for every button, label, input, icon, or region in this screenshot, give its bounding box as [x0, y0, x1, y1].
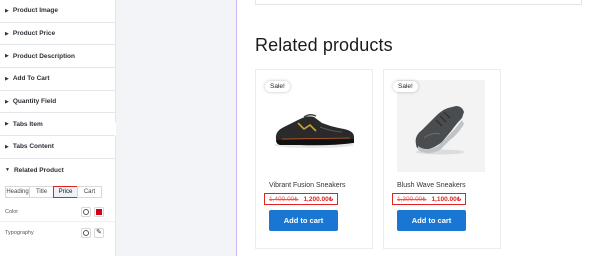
typography-label: Typography [5, 229, 34, 236]
tab-title[interactable]: Title [29, 185, 54, 198]
globe-icon [83, 208, 89, 215]
global-typography-button[interactable] [81, 227, 91, 238]
section-product-description[interactable]: ▶ Product Description [0, 45, 115, 69]
section-label: Add To Cart [12, 75, 50, 83]
preview-content: Related products Sale! Vibrant Fusion Sn… [237, 0, 600, 256]
caret-down-icon: ▼ [5, 167, 10, 174]
add-to-cart-button[interactable]: Add to cart [269, 210, 338, 231]
edit-typography-button[interactable]: ✎ [94, 227, 104, 238]
section-tabs-item[interactable]: ▶ Tabs Item [0, 113, 115, 137]
caret-right-icon: ▶ [5, 53, 9, 60]
section-label: Related Product [13, 166, 64, 174]
color-picker-button[interactable] [94, 206, 104, 217]
section-label: Tabs Item [12, 120, 43, 128]
previous-section-box [255, 0, 582, 5]
color-label: Color [5, 208, 19, 215]
product-card[interactable]: Sale! Vibrant Fusion Sneakers 1,400.00₺ … [255, 69, 373, 249]
section-label: Tabs Content [12, 143, 54, 151]
product-image[interactable] [397, 80, 485, 172]
section-label: Product Price [12, 30, 56, 38]
section-quantity-field[interactable]: ▶ Quantity Field [0, 91, 115, 114]
caret-right-icon: ▶ [5, 121, 9, 128]
product-name[interactable]: Vibrant Fusion Sneakers [269, 182, 346, 189]
product-name[interactable]: Blush Wave Sneakers [397, 182, 466, 189]
globe-icon [83, 229, 89, 236]
section-add-to-cart[interactable]: ▶ Add To Cart [0, 68, 115, 91]
sale-price: 1,200.00₺ [303, 196, 334, 203]
section-product-price[interactable]: ▶ Product Price [0, 23, 115, 46]
pencil-icon: ✎ [96, 229, 102, 236]
tab-heading[interactable]: Heading [5, 185, 30, 198]
section-label: Product Image [12, 7, 59, 15]
color-swatch [96, 208, 102, 215]
section-related-product[interactable]: ▼ Related Product [0, 159, 115, 182]
caret-right-icon: ▶ [5, 7, 9, 14]
related-products-heading: Related products [255, 35, 393, 55]
caret-right-icon: ▶ [5, 75, 9, 82]
caret-right-icon: ▶ [5, 98, 9, 105]
sale-badge: Sale! [393, 81, 418, 92]
global-color-button[interactable] [81, 206, 91, 217]
style-panel: ▶ Product Image ▶ Product Price ▶ Produc… [0, 0, 116, 256]
preview-backdrop [116, 0, 237, 256]
tab-price[interactable]: Price [53, 185, 78, 198]
section-product-image[interactable]: ▶ Product Image [0, 0, 115, 23]
color-control: Color [0, 203, 115, 221]
sale-price: 1,100.00₺ [431, 196, 462, 203]
product-image[interactable] [264, 80, 364, 172]
caret-right-icon: ▶ [5, 30, 9, 37]
product-card[interactable]: Sale! Blush Wave Sneakers 1,300.00₺ 1,10… [383, 69, 501, 249]
regular-price: 1,300.00₺ [397, 196, 427, 203]
caret-right-icon: ▶ [5, 143, 9, 150]
section-label: Quantity Field [12, 98, 57, 106]
section-tabs-content[interactable]: ▶ Tabs Content [0, 136, 115, 159]
add-to-cart-button[interactable]: Add to cart [397, 210, 466, 231]
product-price: 1,300.00₺ 1,100.00₺ [392, 193, 467, 205]
sneaker-image [415, 106, 464, 155]
tab-cart[interactable]: Cart [77, 185, 102, 198]
sale-badge: Sale! [265, 81, 290, 92]
typography-control: Typography ✎ [0, 224, 115, 242]
sneaker-image [274, 113, 354, 148]
style-tabs: Heading Title Price Cart [5, 185, 115, 198]
product-price: 1,400.00₺ 1,200.00₺ [264, 193, 339, 205]
regular-price: 1,400.00₺ [269, 196, 299, 203]
section-label: Product Description [12, 52, 75, 60]
divider [0, 220, 115, 222]
